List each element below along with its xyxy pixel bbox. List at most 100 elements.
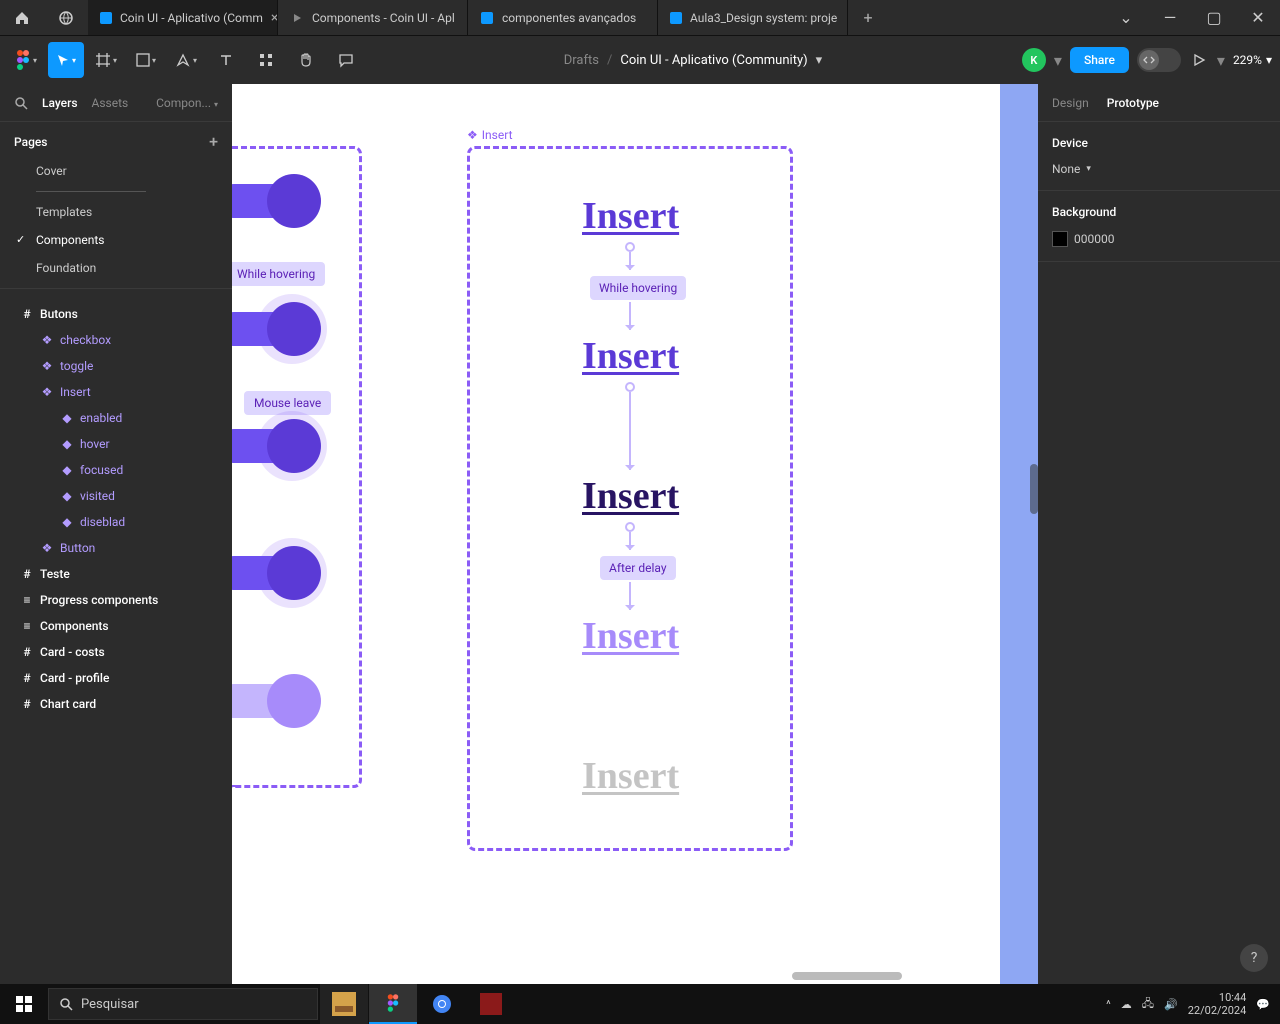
layer-variant[interactable]: ◆enabled — [0, 405, 232, 431]
home-icon[interactable] — [0, 0, 44, 35]
tab-2[interactable]: componentes avançados — [468, 0, 658, 35]
figma-menu-button[interactable]: ▾ — [8, 42, 44, 78]
page-item[interactable]: Cover — [0, 157, 232, 185]
file-title[interactable]: Coin UI - Aplicativo (Community) — [620, 53, 807, 68]
present-button[interactable] — [1189, 50, 1209, 70]
prototype-node[interactable] — [625, 242, 635, 252]
layer-component[interactable]: ❖Button — [0, 535, 232, 561]
layer-component[interactable]: ❖checkbox — [0, 327, 232, 353]
taskbar-app-figma[interactable] — [369, 984, 417, 1024]
text-tool[interactable] — [208, 42, 244, 78]
shape-tool[interactable]: ▾ — [128, 42, 164, 78]
prototype-label[interactable]: While hovering — [590, 276, 686, 300]
chevron-down-icon[interactable]: ▾ — [816, 53, 823, 68]
scrollbar-horizontal[interactable] — [792, 972, 902, 980]
assets-tab[interactable]: Assets — [92, 96, 129, 110]
notifications-icon[interactable]: 💬 — [1256, 998, 1270, 1011]
globe-icon[interactable] — [44, 0, 88, 35]
layer-frame[interactable]: #Chart card — [0, 691, 232, 717]
new-tab-button[interactable]: + — [848, 0, 888, 35]
insert-hover[interactable]: Insert — [582, 334, 679, 378]
layer-variant[interactable]: ◆hover — [0, 431, 232, 457]
canvas-viewport[interactable]: While hovering Mouse leave — [232, 84, 1038, 984]
layer-variant[interactable]: ◆visited — [0, 483, 232, 509]
toggle-visited[interactable] — [232, 546, 320, 600]
layer-component[interactable]: ❖Insert — [0, 379, 232, 405]
start-button[interactable] — [0, 996, 48, 1012]
document-title[interactable]: Drafts / Coin UI - Aplicativo (Community… — [368, 53, 1018, 68]
tray-chevron-icon[interactable]: ^ — [1106, 998, 1111, 1011]
layer-variant[interactable]: ◆focused — [0, 457, 232, 483]
prototype-label[interactable]: While hovering — [232, 262, 325, 286]
prototype-tab[interactable]: Prototype — [1107, 96, 1159, 110]
layer-component[interactable]: ❖toggle — [0, 353, 232, 379]
taskbar-app-chrome[interactable] — [418, 984, 466, 1024]
page-item-selected[interactable]: Components — [0, 226, 232, 254]
canvas[interactable]: While hovering Mouse leave — [232, 84, 1038, 984]
minimize-icon[interactable]: — — [1148, 0, 1192, 35]
device-select[interactable]: None ▾ — [1052, 162, 1266, 176]
design-tab[interactable]: Design — [1052, 96, 1089, 110]
chevron-down-icon[interactable]: ⌄ — [1104, 0, 1148, 35]
chevron-down-icon[interactable]: ▾ — [1054, 51, 1062, 70]
toggle-enabled[interactable] — [232, 174, 320, 228]
close-icon[interactable]: × — [271, 10, 278, 26]
layer-label: visited — [80, 489, 115, 503]
pen-tool[interactable]: ▾ — [168, 42, 204, 78]
onedrive-icon[interactable]: ☁ — [1121, 998, 1132, 1011]
color-swatch[interactable] — [1052, 231, 1068, 247]
prototype-node[interactable] — [625, 522, 635, 532]
toggle-hover[interactable] — [232, 302, 320, 356]
left-panel-tabs: Layers Assets Compon... ▾ — [0, 84, 232, 122]
layer-frame[interactable]: #Card - profile — [0, 665, 232, 691]
prototype-label[interactable]: After delay — [600, 556, 676, 580]
taskbar-app[interactable] — [320, 984, 368, 1024]
toggle-focused[interactable] — [232, 419, 320, 473]
tab-0[interactable]: Coin UI - Aplicativo (Comm × — [88, 0, 278, 35]
layer-row[interactable]: ≡Progress components — [0, 587, 232, 613]
prototype-node[interactable] — [625, 382, 635, 392]
frame-label[interactable]: ❖ Insert — [467, 128, 513, 142]
page-item[interactable]: Foundation — [0, 254, 232, 282]
clock[interactable]: 10:44 22/02/2024 — [1188, 991, 1247, 1017]
page-item[interactable]: Templates — [0, 198, 232, 226]
breadcrumb[interactable]: Drafts — [564, 53, 599, 68]
layer-label: toggle — [60, 359, 93, 373]
layer-variant[interactable]: ◆diseblad — [0, 509, 232, 535]
frame-tool[interactable]: ▾ — [88, 42, 124, 78]
page-selector[interactable]: Compon... ▾ — [156, 96, 218, 110]
taskbar-search[interactable]: Pesquisar — [48, 988, 318, 1020]
share-button[interactable]: Share — [1070, 47, 1129, 73]
background-color-row[interactable]: 000000 — [1052, 231, 1266, 247]
layer-row[interactable]: ≡Components — [0, 613, 232, 639]
zoom-level[interactable]: 229% ▾ — [1233, 53, 1272, 67]
move-tool[interactable]: ▾ — [48, 42, 84, 78]
network-icon[interactable]: 🖧 — [1142, 995, 1154, 1014]
insert-disabled[interactable]: Insert — [582, 754, 679, 798]
insert-visited[interactable]: Insert — [582, 614, 679, 658]
insert-focused[interactable]: Insert — [582, 474, 679, 518]
add-page-button[interactable]: + — [209, 132, 218, 151]
help-button[interactable]: ? — [1240, 944, 1268, 972]
hand-tool[interactable] — [288, 42, 324, 78]
tab-3[interactable]: Aula3_Design system: proje — [658, 0, 848, 35]
insert-enabled[interactable]: Insert — [582, 194, 679, 238]
comment-tool[interactable] — [328, 42, 364, 78]
search-icon[interactable] — [14, 96, 28, 110]
volume-icon[interactable]: 🔊 — [1164, 998, 1178, 1011]
toggle-disabled[interactable] — [232, 674, 320, 728]
close-icon[interactable]: ✕ — [1236, 0, 1280, 35]
layer-frame[interactable]: #Butons — [0, 301, 232, 327]
chevron-down-icon[interactable]: ▾ — [1217, 51, 1225, 70]
taskbar-app[interactable] — [467, 984, 515, 1024]
maximize-icon[interactable]: ▢ — [1192, 0, 1236, 35]
layer-frame[interactable]: #Teste — [0, 561, 232, 587]
avatar[interactable]: K — [1022, 48, 1046, 72]
layer-frame[interactable]: #Card - costs — [0, 639, 232, 665]
scrollbar-vertical[interactable] — [1030, 464, 1038, 514]
layers-tab[interactable]: Layers — [42, 96, 78, 110]
resources-tool[interactable] — [248, 42, 284, 78]
prototype-arrow — [629, 582, 631, 610]
dev-mode-toggle[interactable] — [1137, 48, 1181, 72]
tab-1[interactable]: Components - Coin UI - Apl — [278, 0, 468, 35]
